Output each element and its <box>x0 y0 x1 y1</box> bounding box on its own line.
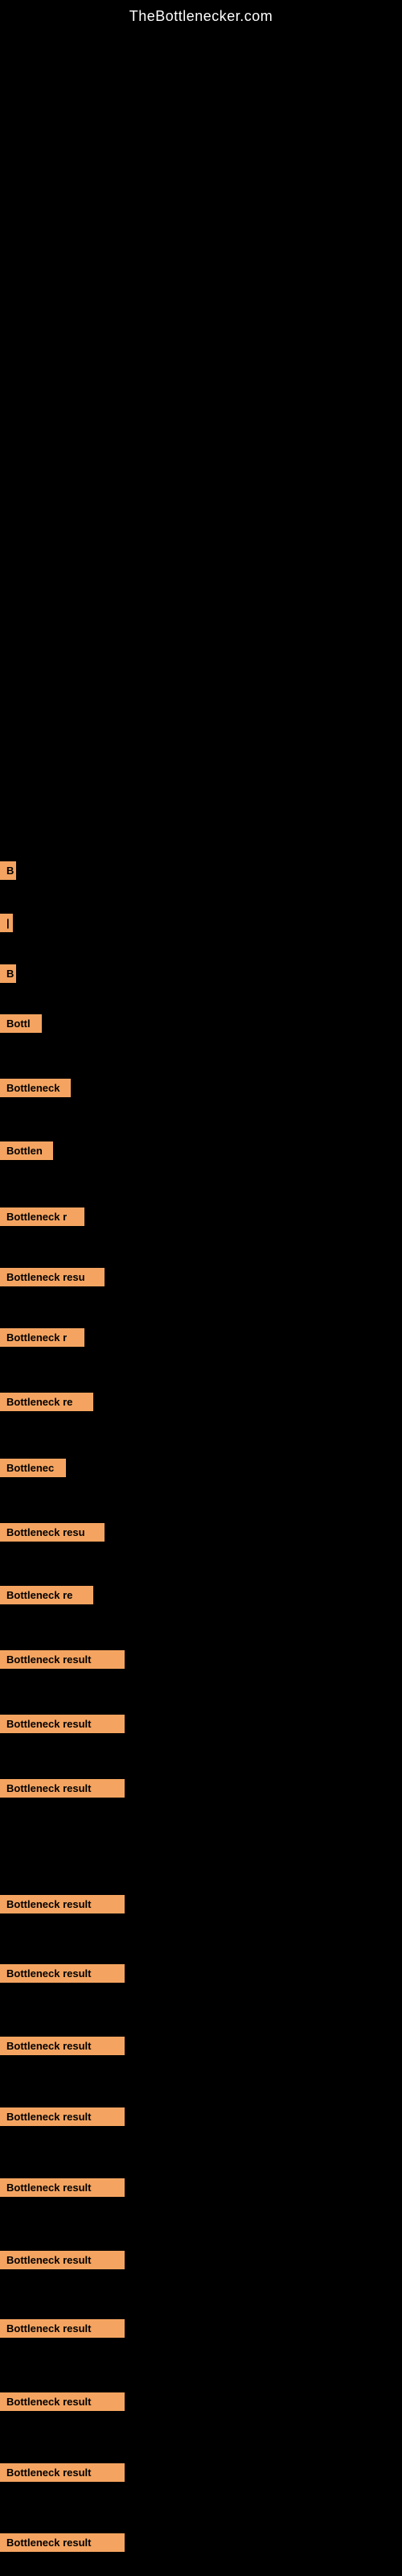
bottleneck-result-label: | <box>0 914 13 932</box>
bottleneck-result-label: Bottleneck result <box>0 1895 125 1913</box>
bottleneck-result-label: Bottleneck result <box>0 2319 125 2338</box>
bottleneck-result-label: Bottleneck resu <box>0 1523 105 1542</box>
bottleneck-result-label: Bottleneck result <box>0 2178 125 2197</box>
bottleneck-result-label: Bottleneck re <box>0 1586 93 1604</box>
bottleneck-result-label: B <box>0 861 16 880</box>
bottleneck-result-label: Bottleneck result <box>0 2533 125 2552</box>
bottleneck-result-label: Bottlen <box>0 1141 53 1160</box>
bottleneck-result-label: Bottleneck result <box>0 1650 125 1669</box>
bottleneck-result-label: Bottlenec <box>0 1459 66 1477</box>
bottleneck-result-label: Bottleneck resu <box>0 1268 105 1286</box>
bottleneck-result-label: Bottleneck r <box>0 1208 84 1226</box>
bottleneck-result-label: Bottleneck r <box>0 1328 84 1347</box>
bottleneck-result-label: Bottleneck result <box>0 1779 125 1798</box>
bottleneck-result-label: Bottleneck result <box>0 2107 125 2126</box>
bottleneck-result-label: Bottl <box>0 1014 42 1033</box>
bottleneck-result-label: B <box>0 964 16 983</box>
bottleneck-result-label: Bottleneck result <box>0 2037 125 2055</box>
bottleneck-result-label: Bottleneck result <box>0 1715 125 1733</box>
bottleneck-result-label: Bottleneck result <box>0 2392 125 2411</box>
bottleneck-result-label: Bottleneck result <box>0 1964 125 1983</box>
site-title: TheBottlenecker.com <box>0 0 402 25</box>
bottleneck-result-label: Bottleneck result <box>0 2251 125 2269</box>
bottleneck-result-label: Bottleneck <box>0 1079 71 1097</box>
bottleneck-result-label: Bottleneck re <box>0 1393 93 1411</box>
bottleneck-result-label: Bottleneck result <box>0 2463 125 2482</box>
